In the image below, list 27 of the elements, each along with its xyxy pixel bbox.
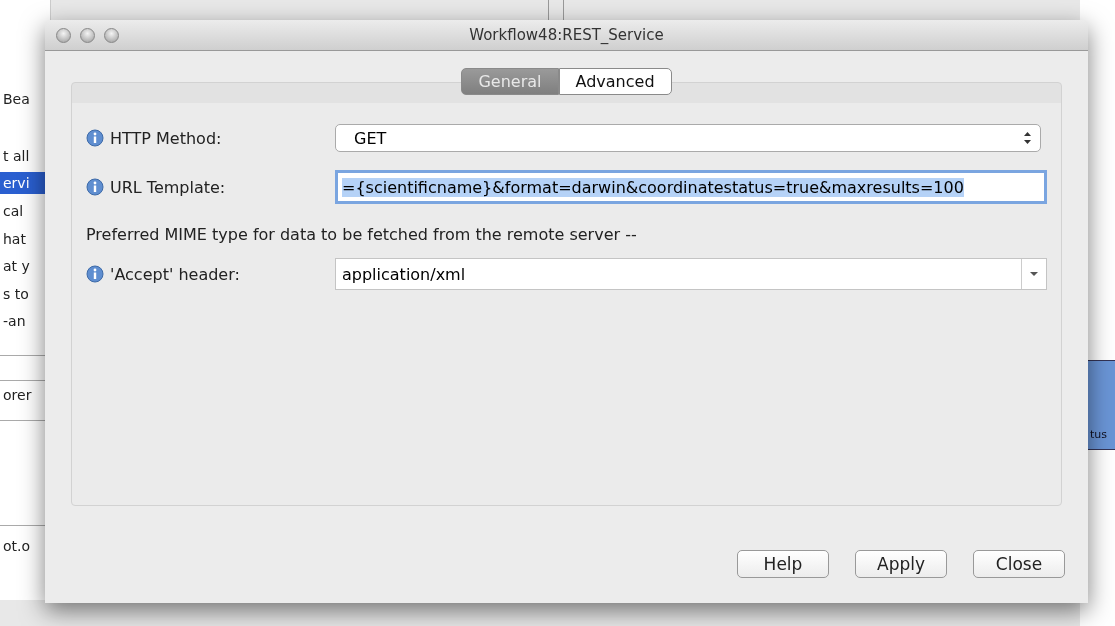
background-text: orer [2,386,33,405]
background-text: ot.o [2,537,32,556]
url-field[interactable]: ={scientificname}&format=darwin&coordinatestatus=true&maxresults=100 [335,170,1047,204]
info-icon[interactable] [86,129,104,147]
background-text: t all [2,147,31,166]
background-text: s to [2,285,30,304]
dialog-button[interactable]: Close [973,550,1065,578]
method-dropdown[interactable]: GET [335,124,1041,152]
info-icon[interactable] [86,178,104,196]
background-text: -an [2,312,27,331]
dialog-button[interactable]: Apply [855,550,947,578]
background-text: at y [2,257,31,276]
field-label: HTTP Method: [110,128,222,148]
dropdown-arrow-icon [1029,271,1039,277]
section-note: Preferred MIME type for data to be fetched from the remote server -- [86,224,637,244]
background-text: cal [2,202,25,221]
background-text: hat [2,230,27,249]
accept-header-combo[interactable]: application/xml [335,258,1047,290]
field-label: URL Template: [110,177,226,197]
info-icon[interactable] [86,265,104,283]
field-label: 'Accept' header: [110,264,240,284]
stepper-arrows-icon [1023,131,1032,145]
background-text: Bea [2,90,31,109]
tab[interactable]: Advanced [558,68,672,95]
background-text: tus [1090,428,1107,441]
dialog-button[interactable]: Help [737,550,829,578]
window-title: Workflow48:REST_Service [469,26,664,44]
